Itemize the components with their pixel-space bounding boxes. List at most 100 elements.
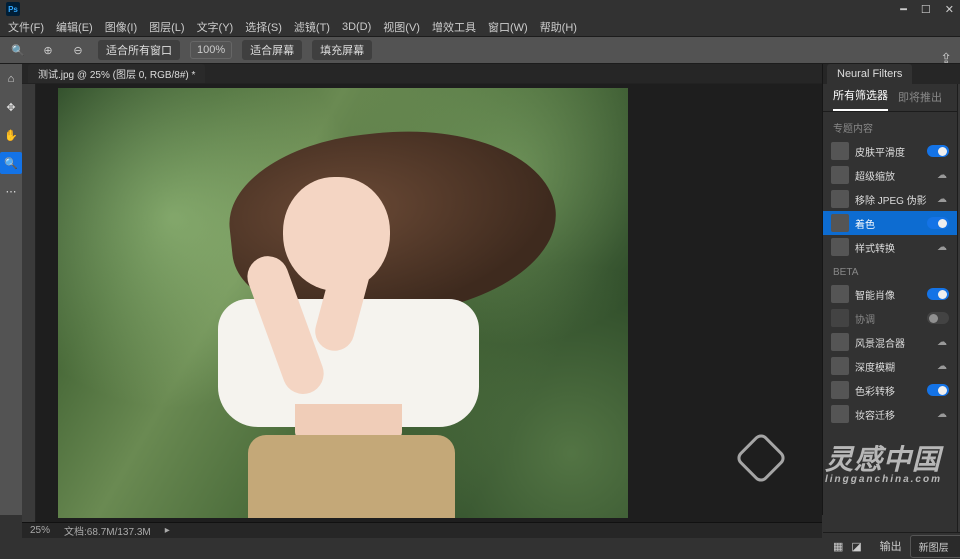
- hand-tool[interactable]: ✋: [0, 124, 22, 146]
- filter-thumb: [831, 166, 849, 184]
- filter-toggle[interactable]: [927, 217, 949, 229]
- filter-thumb: [831, 238, 849, 256]
- filter-thumb: [831, 309, 849, 327]
- minimize-button[interactable]: ━: [900, 3, 907, 16]
- close-button[interactable]: ✕: [945, 3, 954, 16]
- filter-item[interactable]: 样式转换 ☁: [823, 235, 957, 259]
- filter-name: 皮肤平滑度: [855, 144, 921, 159]
- menu-item[interactable]: 视图(V): [383, 19, 420, 35]
- filter-name: 移除 JPEG 伪影: [855, 192, 929, 207]
- filter-thumb: [831, 190, 849, 208]
- maximize-button[interactable]: ☐: [921, 3, 931, 16]
- filter-thumb: [831, 381, 849, 399]
- panel-tab-neural[interactable]: Neural Filters: [827, 64, 912, 84]
- filter-name: 超级缩放: [855, 168, 929, 183]
- canvas[interactable]: [36, 84, 822, 522]
- filter-category-tabs: 所有筛选器 即将推出: [823, 84, 957, 112]
- zoom-in-icon[interactable]: ⊕: [38, 40, 58, 60]
- filter-item[interactable]: 皮肤平滑度: [823, 139, 957, 163]
- more-tools[interactable]: ⋯: [0, 180, 22, 202]
- fit-all-button[interactable]: 适合所有窗口: [98, 40, 180, 60]
- download-icon[interactable]: ☁: [935, 360, 949, 372]
- status-caret-icon[interactable]: ▸: [165, 525, 170, 536]
- filter-thumb: [831, 333, 849, 351]
- filter-thumb: [831, 405, 849, 423]
- filter-name: 风景混合器: [855, 335, 929, 350]
- menu-item[interactable]: 文件(F): [8, 19, 44, 35]
- filter-name: 色彩转移: [855, 383, 921, 398]
- canvas-area: 测试.jpg @ 25% (图层 0, RGB/8#) * 1000120014…: [22, 64, 822, 515]
- menu-item[interactable]: 图像(I): [105, 19, 137, 35]
- tool-indicator-icon: 🔍: [8, 40, 28, 60]
- tab-coming-soon[interactable]: 即将推出: [898, 89, 942, 111]
- ruler-vertical: [22, 84, 36, 522]
- download-icon[interactable]: ☁: [935, 336, 949, 348]
- tool-palette: ⌂ ✥ ✋ 🔍 ⋯: [0, 64, 22, 515]
- status-zoom[interactable]: 25%: [30, 525, 50, 536]
- menu-item[interactable]: 图层(L): [149, 19, 184, 35]
- document-tabs: 测试.jpg @ 25% (图层 0, RGB/8#) *: [22, 64, 822, 83]
- menu-item[interactable]: 帮助(H): [540, 19, 577, 35]
- filter-toggle[interactable]: [927, 288, 949, 300]
- filter-item[interactable]: 风景混合器 ☁: [823, 330, 957, 354]
- filter-toggle[interactable]: [927, 384, 949, 396]
- zoom-value[interactable]: 100%: [190, 41, 232, 59]
- menu-item[interactable]: 增效工具: [432, 19, 476, 35]
- workspace: ⌂ ✥ ✋ 🔍 ⋯ 测试.jpg @ 25% (图层 0, RGB/8#) * …: [0, 64, 960, 515]
- menu-item[interactable]: 滤镜(T): [294, 19, 330, 35]
- filter-name: 协调: [855, 311, 921, 326]
- neural-filters-panel: Neural Filters 所有筛选器 即将推出 专题内容 皮肤平滑度超级缩放…: [822, 64, 960, 515]
- menu-item[interactable]: 编辑(E): [56, 19, 93, 35]
- filter-item[interactable]: 智能肖像: [823, 282, 957, 306]
- window-controls: ━ ☐ ✕: [900, 3, 954, 16]
- layers-icon[interactable]: ▦: [833, 540, 843, 553]
- fit-screen-button[interactable]: 适合屏幕: [242, 40, 302, 60]
- document-image: [58, 88, 628, 518]
- filter-toggle[interactable]: [927, 312, 949, 324]
- status-docinfo: 文档:68.7M/137.3M: [64, 523, 151, 538]
- filter-thumb: [831, 357, 849, 375]
- menu-item[interactable]: 选择(S): [245, 19, 282, 35]
- titlebar: Ps ━ ☐ ✕: [0, 0, 960, 18]
- download-icon[interactable]: ☁: [935, 241, 949, 253]
- filter-item[interactable]: 协调: [823, 306, 957, 330]
- filter-thumb: [831, 285, 849, 303]
- download-icon[interactable]: ☁: [935, 169, 949, 181]
- filter-thumb: [831, 214, 849, 232]
- zoom-out-icon[interactable]: ⊖: [68, 40, 88, 60]
- status-bar: 25% 文档:68.7M/137.3M ▸: [22, 522, 822, 538]
- filter-item[interactable]: 超级缩放 ☁: [823, 163, 957, 187]
- preview-toggle-icon[interactable]: ◪: [851, 540, 861, 553]
- filter-thumb: [831, 142, 849, 160]
- panel-footer: ▦ ◪ 输出 新图层⌄ 确定 取消: [823, 532, 960, 559]
- filter-name: 智能肖像: [855, 287, 921, 302]
- output-select[interactable]: 新图层⌄: [910, 535, 960, 558]
- move-tool[interactable]: ✥: [0, 96, 22, 118]
- fill-screen-button[interactable]: 填充屏幕: [312, 40, 372, 60]
- download-icon[interactable]: ☁: [935, 193, 949, 205]
- filter-item[interactable]: 着色: [823, 211, 957, 235]
- filter-item[interactable]: 色彩转移: [823, 378, 957, 402]
- filter-name: 着色: [855, 216, 921, 231]
- share-icon[interactable]: ⇪: [940, 50, 952, 67]
- document-tab[interactable]: 测试.jpg @ 25% (图层 0, RGB/8#) *: [28, 64, 205, 83]
- options-bar: 🔍 ⊕ ⊖ 适合所有窗口 100% 适合屏幕 填充屏幕: [0, 36, 960, 64]
- filter-name: 样式转换: [855, 240, 929, 255]
- zoom-tool[interactable]: 🔍: [0, 152, 22, 174]
- filter-list-column: 所有筛选器 即将推出 专题内容 皮肤平滑度超级缩放 ☁ 移除 JPEG 伪影 ☁ 着色样…: [823, 84, 958, 532]
- home-tool[interactable]: ⌂: [0, 68, 22, 90]
- section-featured: 专题内容: [823, 112, 957, 139]
- tab-all-filters[interactable]: 所有筛选器: [833, 87, 888, 111]
- download-icon[interactable]: ☁: [935, 408, 949, 420]
- filter-item[interactable]: 移除 JPEG 伪影 ☁: [823, 187, 957, 211]
- app-logo: Ps: [6, 2, 20, 16]
- menu-item[interactable]: 窗口(W): [488, 19, 528, 35]
- section-beta: BETA: [823, 259, 957, 282]
- filter-toggle[interactable]: [927, 145, 949, 157]
- filter-item[interactable]: 深度模糊☁: [823, 354, 957, 378]
- menu-item[interactable]: 文字(Y): [197, 19, 234, 35]
- filter-item[interactable]: 妆容迁移 ☁: [823, 402, 957, 426]
- filter-name: 妆容迁移: [855, 407, 929, 422]
- menu-item[interactable]: 3D(D): [342, 21, 371, 33]
- output-label: 输出: [880, 538, 902, 554]
